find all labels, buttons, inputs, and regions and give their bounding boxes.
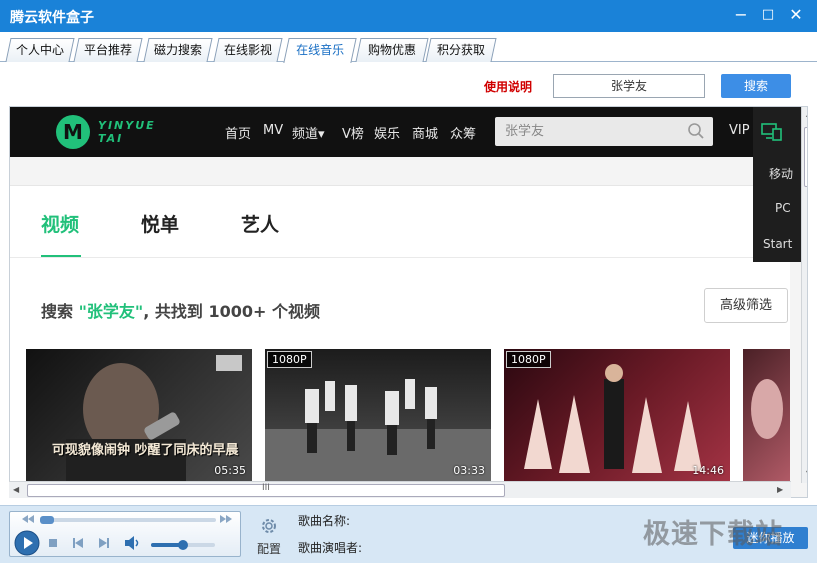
search-button[interactable]: 搜索 <box>721 74 791 98</box>
scroll-grip: III <box>262 483 270 493</box>
tab-shopping-deals[interactable]: 购物优惠 <box>355 38 429 62</box>
web-view: M YINYUE TAI 首页 MV 频道▾ V榜 娱乐 商城 众筹 张学友 V… <box>9 106 808 498</box>
nav-channel[interactable]: 频道▾ <box>292 123 325 142</box>
video-2-image <box>265 379 491 481</box>
config-label: 配置 <box>256 542 281 556</box>
site-search-input[interactable]: 张学友 <box>495 117 713 146</box>
volume-icon[interactable] <box>124 535 142 551</box>
scroll-up-icon[interactable]: ▲ <box>806 109 807 118</box>
devices-icon[interactable] <box>761 123 783 141</box>
video-thumbnail-4[interactable] <box>743 349 790 481</box>
video-3-image <box>524 364 702 473</box>
search-icon[interactable] <box>687 122 705 140</box>
tab-artists[interactable]: 艺人 <box>241 210 279 237</box>
site-header: M YINYUE TAI 首页 MV 频道▾ V榜 娱乐 商城 众筹 张学友 V… <box>10 107 800 157</box>
fast-forward-icon[interactable] <box>218 514 234 524</box>
video-2-duration: 03:33 <box>453 464 485 477</box>
window-title: 腾云软件盒子 <box>10 10 94 26</box>
minimize-button[interactable]: − <box>730 4 752 26</box>
volume-knob[interactable] <box>178 540 188 550</box>
title-bar: 腾云软件盒子 − □ ✕ <box>0 0 817 32</box>
tab-online-video[interactable]: 在线影视 <box>213 38 283 62</box>
video-4-image <box>751 379 783 439</box>
tab-platform-recommend[interactable]: 平台推荐 <box>73 38 143 62</box>
previous-icon[interactable] <box>72 537 84 549</box>
video-2-quality-badge: 1080P <box>267 351 312 368</box>
progress-knob[interactable] <box>40 516 54 524</box>
result-summary: 搜索 "张学友", 共找到 1000+ 个视频 <box>41 302 320 321</box>
gear-icon <box>262 519 276 533</box>
tab-magnet-search[interactable]: 磁力搜索 <box>143 38 213 62</box>
tab-videos[interactable]: 视频 <box>41 210 79 237</box>
nav-crowdfunding[interactable]: 众筹 <box>450 123 476 142</box>
search-results: 视频 悦单 艺人 搜索 "张学友", 共找到 1000+ 个视频 高级筛选 可现… <box>10 185 790 497</box>
horizontal-scroll-thumb[interactable]: III <box>27 483 505 497</box>
vertical-scroll-thumb[interactable] <box>804 127 807 187</box>
nav-entertainment[interactable]: 娱乐 <box>374 123 400 142</box>
device-pc-item[interactable]: PC <box>775 201 791 215</box>
tab-strip: 个人中心 平台推荐 磁力搜索 在线影视 在线音乐 购物优惠 积分获取 <box>0 32 817 63</box>
song-singer-label: 歌曲演唱者: <box>298 541 363 555</box>
tab-divider <box>10 257 790 258</box>
video-thumbnail-3[interactable]: 1080P 14:46 <box>504 349 730 481</box>
site-logo-text[interactable]: YINYUE TAI <box>98 119 156 145</box>
site-logo-icon[interactable]: M <box>56 115 90 149</box>
video-thumbnail-2[interactable]: 1080P 03:33 <box>265 349 491 481</box>
video-3-duration: 14:46 <box>692 464 724 477</box>
advanced-filter-button[interactable]: 高级筛选 <box>704 288 788 323</box>
scroll-left-icon[interactable]: ◀ <box>13 485 19 494</box>
maximize-button[interactable]: □ <box>757 4 779 26</box>
nav-store[interactable]: 商城 <box>412 123 438 142</box>
search-input[interactable]: 张学友 <box>553 74 705 98</box>
nav-mv[interactable]: MV <box>263 123 283 138</box>
player-controls <box>9 511 241 557</box>
song-name-label: 歌曲名称: <box>298 514 351 528</box>
video-3-quality-badge: 1080P <box>506 351 551 368</box>
device-start-item[interactable]: Start <box>763 237 792 251</box>
scroll-down-icon[interactable]: ▼ <box>806 469 807 478</box>
tab-points[interactable]: 积分获取 <box>425 38 497 62</box>
nav-vip[interactable]: VIP <box>729 123 750 138</box>
scroll-right-icon[interactable]: ▶ <box>777 485 783 494</box>
next-icon[interactable] <box>98 537 110 549</box>
tab-online-music[interactable]: 在线音乐 <box>283 38 357 63</box>
rewind-icon[interactable] <box>20 514 36 524</box>
stop-icon[interactable] <box>48 538 58 548</box>
tab-personal-center[interactable]: 个人中心 <box>5 38 75 62</box>
video-1-duration: 05:35 <box>214 464 246 477</box>
video-1-caption: 可现貌像闹钟 吵醒了同床的早晨 <box>52 443 239 458</box>
nav-home[interactable]: 首页 <box>225 123 251 142</box>
config-button[interactable]: 配置 <box>247 512 291 558</box>
watermark: 极速下载站 <box>643 519 783 550</box>
tab-playlists[interactable]: 悦单 <box>141 210 179 237</box>
usage-help-link[interactable]: 使用说明 <box>484 78 532 95</box>
device-mobile-item[interactable]: 移动 <box>769 165 793 182</box>
progress-bar[interactable] <box>40 516 216 524</box>
volume-slider[interactable] <box>151 540 215 550</box>
horizontal-scrollbar[interactable]: ◀ III ▶ <box>9 481 791 498</box>
video-thumbnail-1[interactable]: 可现貌像闹钟 吵醒了同床的早晨 05:35 <box>26 349 252 481</box>
play-button-icon[interactable] <box>14 530 40 556</box>
device-dropdown: 移动 PC Start <box>753 107 801 262</box>
close-button[interactable]: ✕ <box>785 4 807 26</box>
vertical-scrollbar[interactable]: ▲ ▼ <box>801 107 807 483</box>
video-1-image <box>66 355 242 481</box>
nav-vchart[interactable]: V榜 <box>342 123 364 142</box>
